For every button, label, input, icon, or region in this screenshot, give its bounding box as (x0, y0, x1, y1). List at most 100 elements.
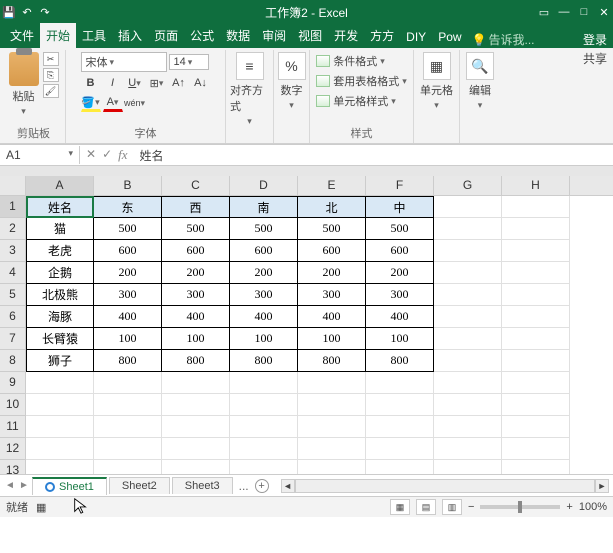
cell-B5[interactable]: 300 (94, 284, 162, 306)
cell-B7[interactable]: 100 (94, 328, 162, 350)
cell-H11[interactable] (502, 416, 570, 438)
cell-E7[interactable]: 100 (298, 328, 366, 350)
conditional-format-button[interactable]: 条件格式▾ (314, 52, 409, 70)
cell-A8[interactable]: 狮子 (26, 350, 94, 372)
cell-E13[interactable] (298, 460, 366, 474)
fx-confirm-icon[interactable]: ✓ (102, 147, 112, 163)
cell-B11[interactable] (94, 416, 162, 438)
cell-H8[interactable] (502, 350, 570, 372)
cell-H5[interactable] (502, 284, 570, 306)
cell-A4[interactable]: 企鹅 (26, 262, 94, 284)
fill-color-button[interactable]: 🪣▾ (81, 94, 101, 112)
cell-A13[interactable] (26, 460, 94, 474)
cell-G2[interactable] (434, 218, 502, 240)
tab-dev[interactable]: 开发 (328, 23, 364, 48)
cell-F7[interactable]: 100 (366, 328, 434, 350)
tab-review[interactable]: 审阅 (256, 23, 292, 48)
align-icon[interactable]: ≡ (236, 52, 264, 80)
cell-A10[interactable] (26, 394, 94, 416)
cell-A2[interactable]: 猫 (26, 218, 94, 240)
fx-icon[interactable]: fx (118, 147, 127, 163)
tab-insert[interactable]: 插入 (112, 23, 148, 48)
cell-D6[interactable]: 400 (230, 306, 298, 328)
cell-C7[interactable]: 100 (162, 328, 230, 350)
formula-input[interactable]: 姓名 (134, 145, 613, 166)
tab-data[interactable]: 数据 (220, 23, 256, 48)
cell-B6[interactable]: 400 (94, 306, 162, 328)
row-header-7[interactable]: 7 (0, 328, 25, 350)
tab-file[interactable]: 文件 (4, 23, 40, 48)
cell-G13[interactable] (434, 460, 502, 474)
font-name-combo[interactable]: 宋体▾ (81, 52, 167, 72)
cell-D4[interactable]: 200 (230, 262, 298, 284)
tab-ff[interactable]: 方方 (364, 23, 400, 48)
cell-C10[interactable] (162, 394, 230, 416)
cell-F8[interactable]: 800 (366, 350, 434, 372)
grid[interactable]: ABCDEFGH 12345678910111213 姓名东西南北中猫50050… (0, 176, 613, 474)
cell-G4[interactable] (434, 262, 502, 284)
cell-C3[interactable]: 600 (162, 240, 230, 262)
tab-power[interactable]: Pow (432, 26, 467, 48)
cell-D1[interactable]: 南 (230, 196, 298, 218)
cell-C6[interactable]: 400 (162, 306, 230, 328)
cell-C1[interactable]: 西 (162, 196, 230, 218)
row-header-10[interactable]: 10 (0, 394, 25, 416)
cell-F5[interactable]: 300 (366, 284, 434, 306)
tab-formula[interactable]: 公式 (184, 23, 220, 48)
zoom-out-button[interactable]: − (468, 501, 474, 513)
zoom-slider[interactable] (480, 505, 560, 509)
edit-icon[interactable]: 🔍 (466, 52, 494, 80)
macro-record-icon[interactable]: ▦ (36, 501, 46, 514)
cell-C12[interactable] (162, 438, 230, 460)
cell-B12[interactable] (94, 438, 162, 460)
redo-icon[interactable]: ↷ (38, 5, 52, 19)
cell-F9[interactable] (366, 372, 434, 394)
cell-A7[interactable]: 长臂猿 (26, 328, 94, 350)
tab-view[interactable]: 视图 (292, 23, 328, 48)
border-button[interactable]: ⊞▾ (147, 74, 167, 92)
cell-D11[interactable] (230, 416, 298, 438)
cell-C13[interactable] (162, 460, 230, 474)
grow-font-icon[interactable]: A↑ (169, 74, 189, 92)
row-header-9[interactable]: 9 (0, 372, 25, 394)
new-sheet-button[interactable]: + (255, 479, 269, 493)
cell-G5[interactable] (434, 284, 502, 306)
cell-E10[interactable] (298, 394, 366, 416)
tell-me[interactable]: 💡 告诉我... (472, 31, 535, 48)
row-header-5[interactable]: 5 (0, 284, 25, 306)
horizontal-scrollbar[interactable]: ◄ ► (281, 479, 609, 493)
sheet-ellipsis[interactable]: ... (235, 479, 253, 493)
cell-D10[interactable] (230, 394, 298, 416)
select-all-corner[interactable] (0, 176, 26, 196)
row-header-11[interactable]: 11 (0, 416, 25, 438)
cell-A5[interactable]: 北极熊 (26, 284, 94, 306)
cell-E8[interactable]: 800 (298, 350, 366, 372)
tab-prev-icon[interactable]: ◄ (4, 480, 16, 491)
col-header-C[interactable]: C (162, 176, 230, 195)
ribbon-options-icon[interactable]: ▭ (537, 5, 551, 19)
italic-button[interactable]: I (103, 74, 123, 92)
row-header-8[interactable]: 8 (0, 350, 25, 372)
tab-page[interactable]: 页面 (148, 23, 184, 48)
underline-button[interactable]: U▾ (125, 74, 145, 92)
cell-F10[interactable] (366, 394, 434, 416)
row-header-3[interactable]: 3 (0, 240, 25, 262)
cell-G1[interactable] (434, 196, 502, 218)
share-button[interactable]: 共享 (583, 50, 607, 67)
cell-B1[interactable]: 东 (94, 196, 162, 218)
cell-B13[interactable] (94, 460, 162, 474)
percent-icon[interactable]: % (278, 52, 306, 80)
col-header-F[interactable]: F (366, 176, 434, 195)
format-as-table-button[interactable]: 套用表格格式▾ (314, 72, 409, 90)
col-header-A[interactable]: A (26, 176, 94, 195)
cells-area[interactable]: 姓名东西南北中猫500500500500500老虎600600600600600… (26, 196, 613, 474)
cell-A1[interactable]: 姓名 (26, 196, 94, 218)
cell-F11[interactable] (366, 416, 434, 438)
cell-G3[interactable] (434, 240, 502, 262)
cell-E4[interactable]: 200 (298, 262, 366, 284)
col-header-G[interactable]: G (434, 176, 502, 195)
cell-H2[interactable] (502, 218, 570, 240)
row-headers[interactable]: 12345678910111213 (0, 196, 26, 474)
cell-C11[interactable] (162, 416, 230, 438)
maximize-icon[interactable]: □ (577, 5, 591, 19)
